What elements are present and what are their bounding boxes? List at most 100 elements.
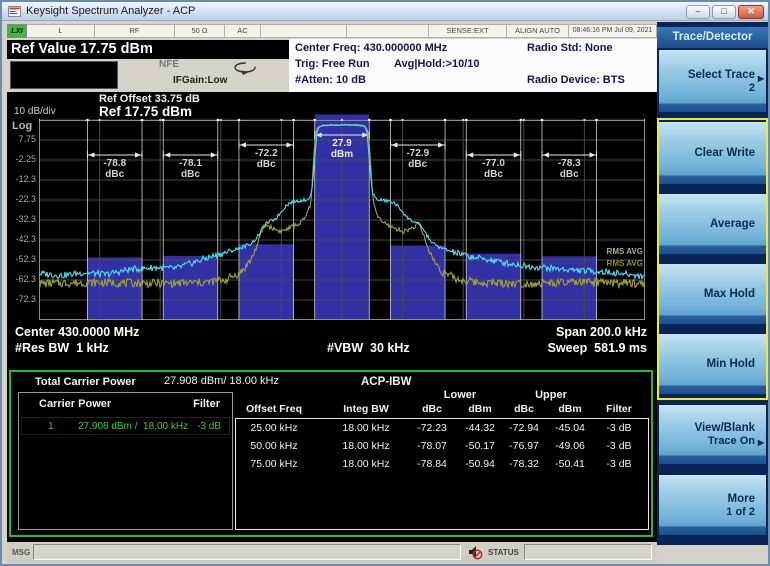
status-cell: 08:46:16 PM Jul 09, 2021: [569, 24, 657, 38]
carrier-power-annotation: 27.9dBm: [307, 138, 377, 160]
softkey-clear-write[interactable]: Clear Write: [659, 122, 766, 184]
offsets-box: [235, 418, 649, 530]
y-axis-tick-label: -72.3: [7, 294, 36, 304]
softkey-value: 2: [749, 82, 755, 94]
center-freq-label: Center Freq: 430.000000 MHz: [295, 42, 447, 54]
acp-results-panel: Total Carrier Power 27.908 dBm/ 18.00 kH…: [9, 370, 653, 537]
status-cell: AC: [225, 24, 261, 38]
window-title: Keysight Spectrum Analyzer - ACP: [26, 5, 195, 17]
trace1-detector-label: RMS AVG: [607, 259, 643, 268]
status-cell: [261, 24, 347, 38]
softkey-label: Select Trace: [688, 69, 755, 81]
log-label: Log: [12, 120, 32, 132]
span-annotation: Span 200.0 kHz: [556, 325, 647, 339]
softkey-max-hold[interactable]: Max Hold: [659, 264, 766, 324]
msg-label: MSG: [12, 548, 30, 557]
offset-dbc-annotation: -77.0dBc: [459, 158, 529, 180]
status-label: STATUS: [488, 548, 519, 557]
lxi-badge: LXI: [7, 24, 27, 38]
submenu-arrow-icon: ▶: [758, 438, 764, 447]
status-strip: LXI LRF50 ΩAC SENSE:EXTALIGN AUTO08:46:16…: [7, 22, 657, 39]
close-button[interactable]: ✕: [738, 5, 764, 19]
offset-dbc-annotation: -78.1dBc: [156, 158, 226, 180]
radio-std-label: Radio Std: None: [527, 42, 613, 54]
app-window: Keysight Spectrum Analyzer - ACP – □ ✕ L…: [0, 0, 770, 566]
softkey-value: 1 of 2: [726, 506, 755, 518]
active-function-box: [10, 61, 118, 89]
app-icon: [8, 6, 21, 17]
y-axis-tick-label: 7.75: [7, 134, 36, 144]
acp-table-cell: 75.00 kHz: [228, 458, 320, 470]
softkey-label: More: [728, 493, 755, 505]
softkey-value: Trace On: [708, 435, 755, 447]
message-area: [33, 544, 461, 560]
total-carrier-power-label: Total Carrier Power: [35, 376, 136, 388]
softkey-view-blank[interactable]: View/Blank Trace On ▶: [659, 405, 766, 464]
nfe-label: NFE: [159, 59, 179, 70]
softkey-min-hold[interactable]: Min Hold: [659, 334, 766, 394]
acp-table-cell: -3 dB: [573, 422, 665, 434]
carrier-filter: -3 dB: [197, 421, 221, 432]
softkey-label: Min Hold: [706, 358, 755, 370]
status-cell: SENSE:EXT: [429, 24, 507, 38]
acp-table-cell: -3 dB: [573, 440, 665, 452]
status-cell: ALIGN AUTO: [507, 24, 569, 38]
menu-title: Trace/Detector: [657, 27, 768, 48]
status-area: [524, 544, 652, 560]
carrier-row[interactable]: 1 27.908 dBm / 18.00 kHz -3 dB: [21, 417, 230, 435]
res-bw-annotation: #Res BW 1 kHz: [15, 341, 109, 355]
total-carrier-power-value: 27.908 dBm/ 18.00 kHz: [164, 375, 279, 387]
footer-bar: MSG STATUS: [7, 542, 657, 563]
y-axis-tick-label: -2.25: [7, 154, 36, 164]
ifgain-label: IFGain:Low: [173, 75, 227, 86]
header-right: Center Freq: 430.000000 MHz Trig: Free R…: [289, 39, 657, 92]
softkey-average[interactable]: Average: [659, 194, 766, 254]
softkey-label: Clear Write: [694, 147, 755, 159]
y-axis-tick-label: -62.3: [7, 274, 36, 284]
y-axis-tick-label: -22.3: [7, 194, 36, 204]
y-axis-tick-label: -52.3: [7, 254, 36, 264]
softkey-label: Average: [710, 218, 755, 230]
trace2-detector-label: RMS AVG: [607, 247, 643, 256]
carrier-index: 1: [48, 421, 54, 432]
title-bar[interactable]: Keysight Spectrum Analyzer - ACP – □ ✕: [2, 2, 768, 21]
status-cell: L: [27, 24, 95, 38]
radio-device-label: Radio Device: BTS: [527, 74, 625, 86]
status-strip-cells: LRF50 ΩAC SENSE:EXTALIGN AUTO08:46:16 PM …: [27, 24, 657, 38]
speaker-mute-icon: [467, 544, 483, 560]
status-cell: 50 Ω: [175, 24, 225, 38]
atten-label: #Atten: 10 dB: [295, 74, 366, 86]
carrier-value: 27.908 dBm / 18.00 kHz: [78, 421, 188, 432]
y-axis-tick-label: -42.3: [7, 234, 36, 244]
status-cell: RF: [95, 24, 175, 38]
submenu-arrow-icon: ▶: [758, 74, 764, 83]
acp-column-header: Offset Freq: [228, 403, 320, 415]
softkey-more[interactable]: More 1 of 2: [659, 475, 766, 535]
lower-group-header: Lower: [415, 389, 505, 401]
upper-group-header: Upper: [506, 389, 596, 401]
ref-value-bar: Ref Value 17.75 dBm: [7, 40, 289, 59]
softkey-label: View/Blank: [694, 422, 755, 434]
maximize-button[interactable]: □: [712, 5, 736, 19]
carrier-filter-header: Filter: [193, 398, 220, 410]
offset-dbc-annotation: -72.2dBc: [231, 148, 301, 170]
trig-label: Trig: Free Run: [295, 58, 370, 70]
vbw-annotation: #VBW 30 kHz: [327, 341, 410, 355]
sweep-annotation: Sweep 581.9 ms: [548, 341, 647, 355]
minimize-button[interactable]: –: [686, 5, 710, 19]
acp-column-header: Filter: [573, 403, 665, 415]
offset-dbc-annotation: -78.3dBc: [534, 158, 604, 180]
acp-table-cell: 25.00 kHz: [228, 422, 320, 434]
spectrum-display: 10 dB/div Log Ref Offset 33.75 dB Ref 17…: [7, 92, 657, 542]
header-left: NFE IFGain:Low: [7, 59, 289, 92]
y-axis-tick-label: -32.3: [7, 214, 36, 224]
softkey-select-trace[interactable]: Select Trace 2 ▶: [659, 50, 766, 112]
acp-table-cell: -3 dB: [573, 458, 665, 470]
acp-table-cell: 50.00 kHz: [228, 440, 320, 452]
acp-ibw-label: ACP-IBW: [361, 376, 411, 388]
center-freq-annotation: Center 430.0000 MHz: [15, 325, 139, 339]
carrier-power-header: Carrier Power: [39, 398, 111, 410]
offset-dbc-annotation: -78.8dBc: [80, 158, 150, 180]
status-cell: [347, 24, 429, 38]
softkey-label: Max Hold: [704, 288, 755, 300]
